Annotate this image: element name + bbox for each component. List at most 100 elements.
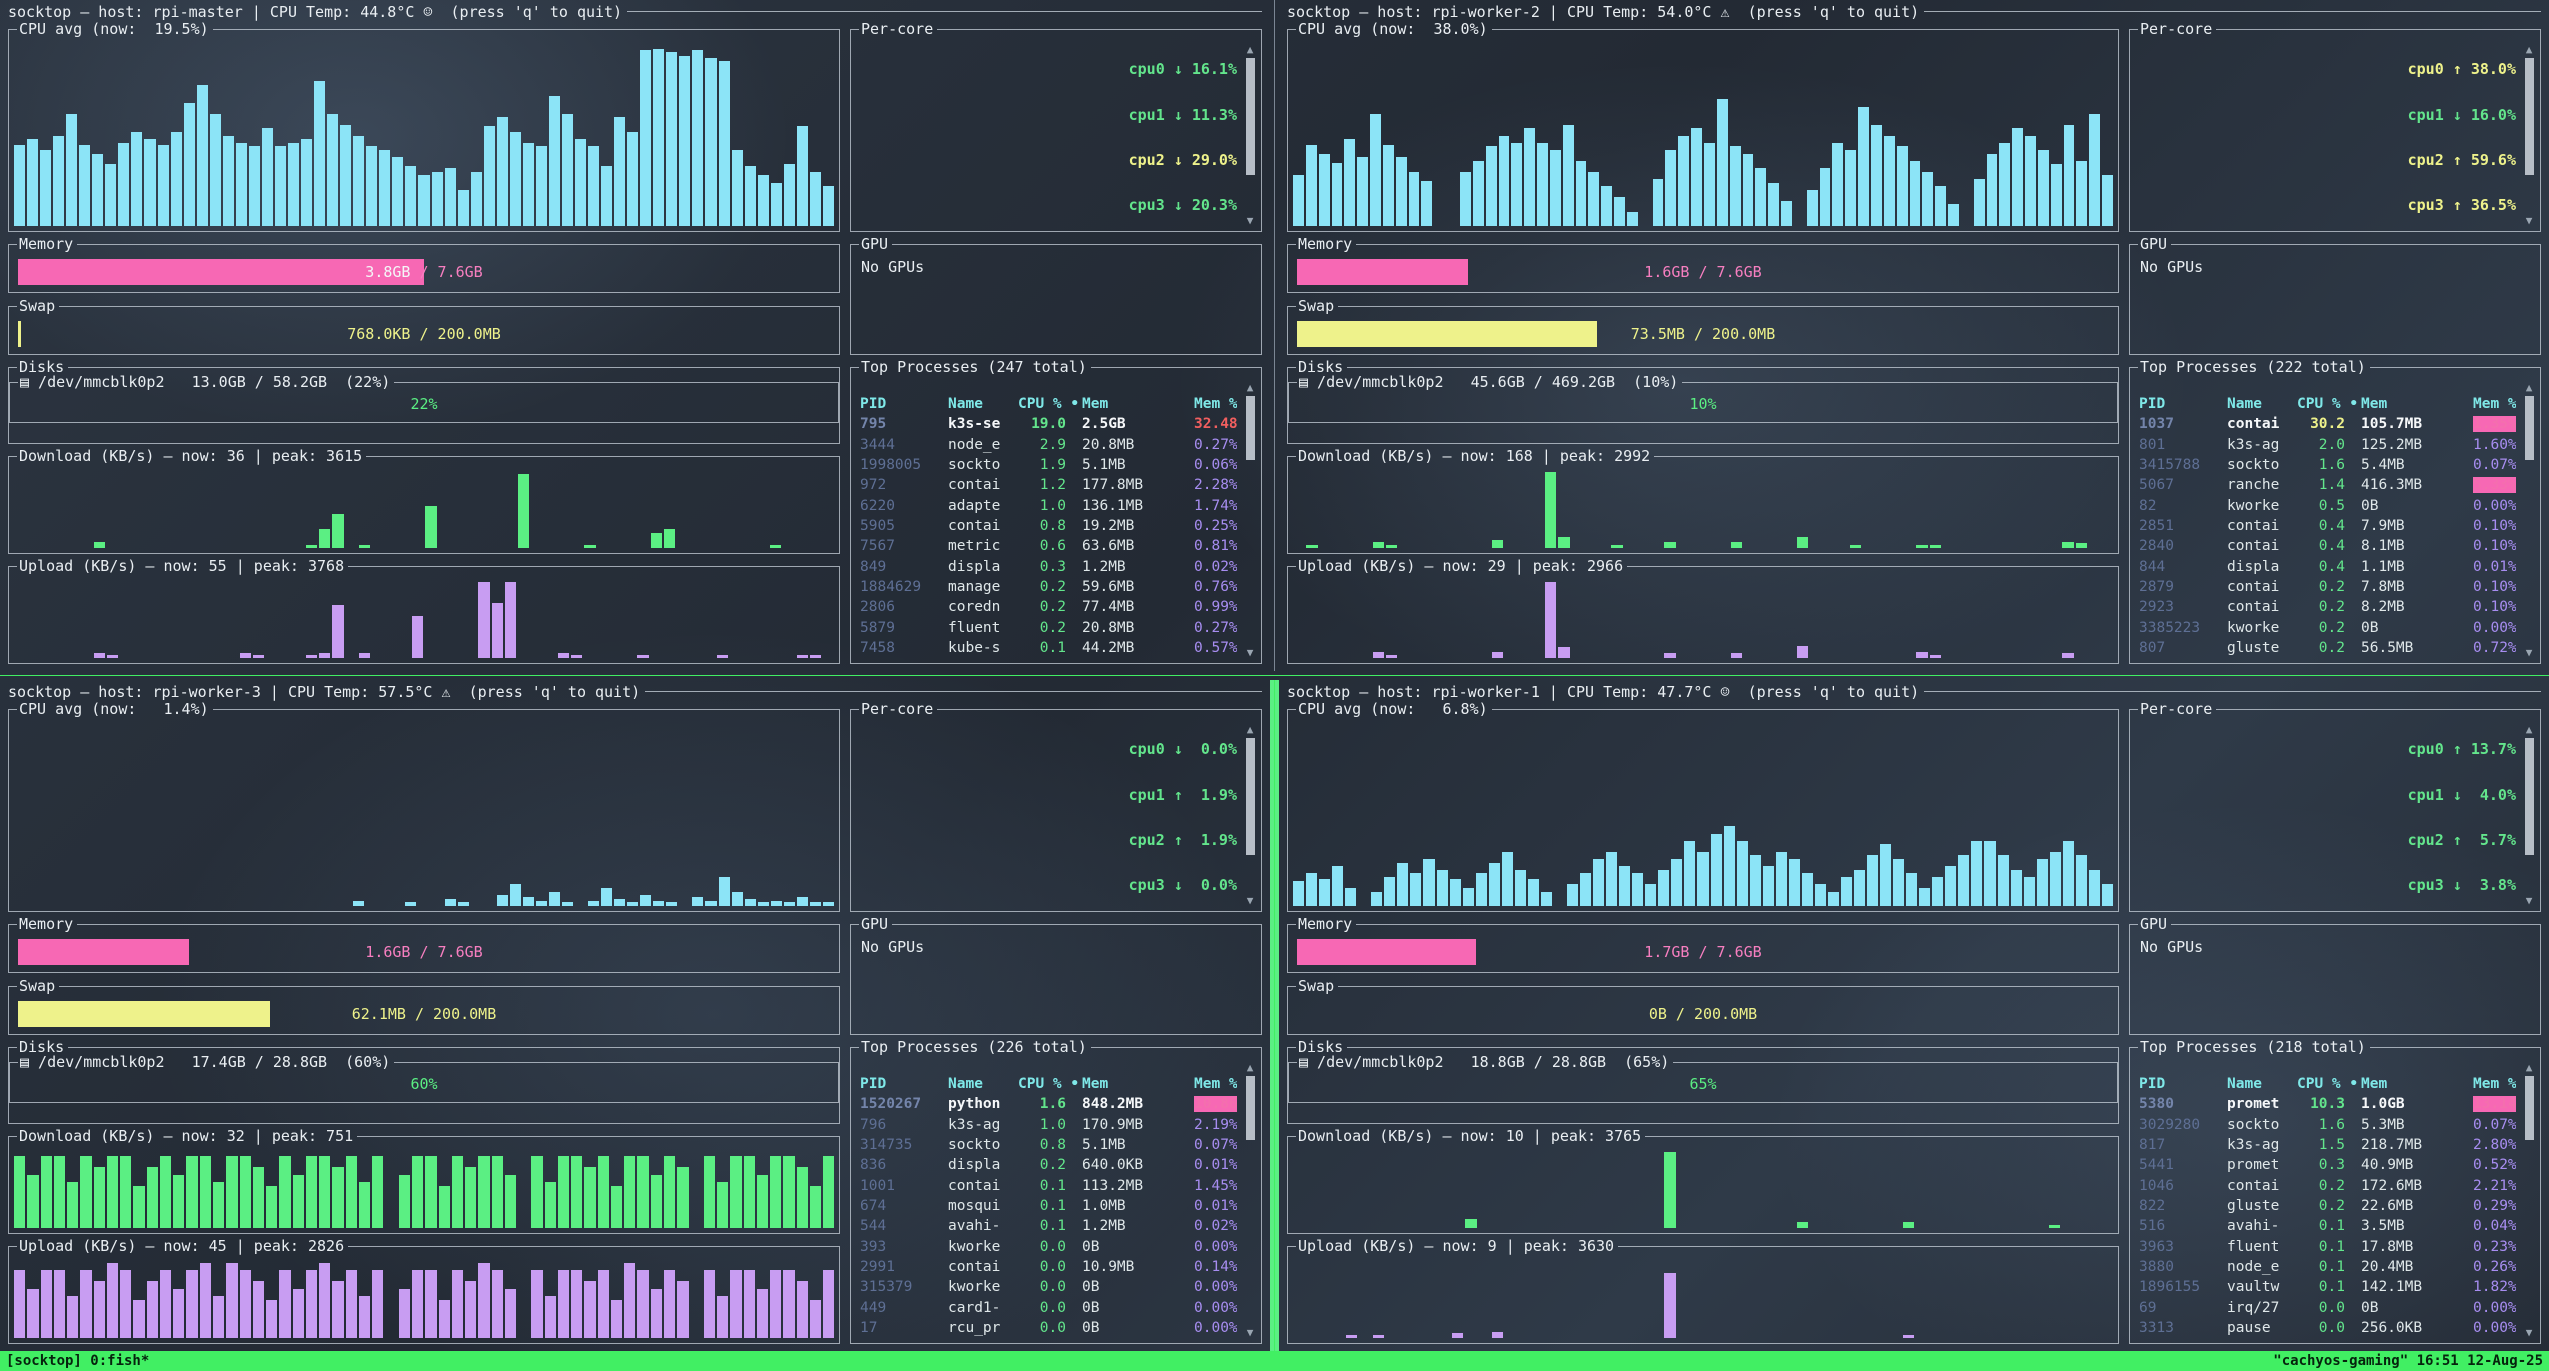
- disk-device-box: ▤ /dev/mmcblk0p2 13.0GB / 58.2GB (22%) 2…: [9, 375, 839, 423]
- chart-bar: [810, 172, 821, 226]
- title-rule: [645, 691, 1262, 692]
- memory-meter: 3.8GB / 7.6GB: [18, 259, 830, 285]
- process-mem: 77.4MB: [1082, 599, 1194, 615]
- scrollbar-track[interactable]: [2525, 738, 2534, 892]
- chart-bar: [810, 902, 821, 906]
- chart-bar: [1731, 542, 1742, 548]
- scrollbar[interactable]: ▲ ▼: [2522, 724, 2536, 906]
- chart-bar: [797, 655, 808, 658]
- process-mem: 142.1MB: [2361, 1279, 2473, 1295]
- process-cpu-percent: 0.0: [1018, 1320, 1082, 1336]
- process-mem-percent: 13.14%: [2473, 1096, 2516, 1112]
- process-name: kworke: [948, 1279, 1018, 1295]
- process-cpu-percent: 0.4: [2297, 538, 2361, 554]
- socktop-pane-rpi-worker-1[interactable]: socktop — host: rpi-worker-1 | CPU Temp:…: [1279, 680, 2549, 1351]
- chart-bar: [262, 128, 273, 226]
- chart-bar: [1306, 545, 1317, 548]
- process-pid: 3415788: [2139, 457, 2227, 473]
- chart-bar: [327, 114, 338, 226]
- scroll-up-icon[interactable]: ▲: [2526, 382, 2533, 393]
- disk-device-label: ▤ /dev/mmcblk0p2 45.6GB / 469.2GB (10%): [1297, 375, 1682, 390]
- chart-bar: [405, 902, 416, 906]
- disk-usage-percent: 10%: [1295, 393, 2111, 415]
- core-sparkline: [2135, 137, 2402, 180]
- process-pid: 1896155: [2139, 1279, 2227, 1295]
- chart-bar: [1371, 892, 1382, 906]
- scroll-down-icon[interactable]: ▼: [2526, 1327, 2533, 1338]
- status-session-window[interactable]: [socktop] 0:fish*: [6, 1353, 149, 1369]
- scrollbar[interactable]: ▲ ▼: [1243, 382, 1257, 658]
- process-mem-percent: 5.33%: [2473, 477, 2516, 493]
- download-label: Download (KB/s) — now: 36 | peak: 3615: [17, 449, 366, 464]
- scroll-down-icon[interactable]: ▼: [1247, 215, 1254, 226]
- scrollbar-thumb[interactable]: [2525, 396, 2534, 460]
- chart-bar: [1691, 128, 1702, 226]
- process-name: kworke: [948, 1239, 1018, 1255]
- scroll-up-icon[interactable]: ▲: [2526, 44, 2533, 55]
- core-usage-label: cpu3 ↓ 20.3%: [1123, 198, 1239, 226]
- socktop-pane-rpi-worker-2[interactable]: socktop — host: rpi-worker-2 | CPU Temp:…: [1279, 0, 2549, 671]
- scroll-down-icon[interactable]: ▼: [2526, 647, 2533, 658]
- scrollbar-track[interactable]: [1246, 738, 1255, 892]
- scrollbar[interactable]: ▲ ▼: [1243, 724, 1257, 906]
- process-cpu-percent: 1.6: [1018, 1096, 1082, 1112]
- chart-bar: [1797, 537, 1808, 548]
- scrollbar-thumb[interactable]: [2525, 738, 2534, 855]
- scrollbar-thumb[interactable]: [1246, 396, 1255, 460]
- scrollbar[interactable]: ▲ ▼: [2522, 1062, 2536, 1338]
- scrollbar[interactable]: ▲ ▼: [2522, 382, 2536, 658]
- scroll-up-icon[interactable]: ▲: [1247, 382, 1254, 393]
- scrollbar-track[interactable]: [2525, 58, 2534, 212]
- scrollbar-thumb[interactable]: [2525, 1076, 2534, 1140]
- scrollbar-track[interactable]: [1246, 58, 1255, 212]
- process-name: sockto: [948, 457, 1018, 473]
- chart-bar: [1884, 136, 1895, 227]
- scrollbar-track[interactable]: [2525, 1076, 2534, 1324]
- scrollbar-thumb[interactable]: [2525, 58, 2534, 175]
- pane-divider-vertical-bottom[interactable]: [1270, 680, 1279, 1351]
- socktop-pane-rpi-worker-3[interactable]: socktop — host: rpi-worker-3 | CPU Temp:…: [0, 680, 1270, 1351]
- scroll-up-icon[interactable]: ▲: [2526, 1062, 2533, 1073]
- scroll-down-icon[interactable]: ▼: [2526, 215, 2533, 226]
- pane-divider-horizontal[interactable]: [0, 671, 2549, 680]
- scroll-up-icon[interactable]: ▲: [1247, 724, 1254, 735]
- pane-slot-bottom-right: socktop — host: rpi-worker-1 | CPU Temp:…: [1279, 680, 2549, 1351]
- chart-bar: [332, 1281, 343, 1338]
- scroll-down-icon[interactable]: ▼: [1247, 895, 1254, 906]
- scroll-down-icon[interactable]: ▼: [1247, 647, 1254, 658]
- scrollbar[interactable]: ▲ ▼: [1243, 1062, 1257, 1338]
- chart-bar: [1450, 879, 1461, 906]
- chart-bar: [562, 114, 573, 226]
- socktop-pane-rpi-master[interactable]: socktop — host: rpi-master | CPU Temp: 4…: [0, 0, 1270, 671]
- process-pid: 5067: [2139, 477, 2227, 493]
- scroll-down-icon[interactable]: ▼: [1247, 1327, 1254, 1338]
- scrollbar[interactable]: ▲ ▼: [2522, 44, 2536, 226]
- chart-bar: [452, 1156, 463, 1228]
- process-mem: 17.8MB: [2361, 1239, 2473, 1255]
- chart-bar: [1903, 1335, 1914, 1338]
- scrollbar-thumb[interactable]: [1246, 738, 1255, 855]
- scrollbar[interactable]: ▲ ▼: [1243, 44, 1257, 226]
- chart-bar: [240, 1270, 251, 1338]
- chart-bar: [197, 85, 208, 226]
- scrollbar-track[interactable]: [1246, 1076, 1255, 1324]
- scrollbar-thumb[interactable]: [1246, 58, 1255, 175]
- scroll-up-icon[interactable]: ▲: [2526, 724, 2533, 735]
- core-sparkline: [2135, 47, 2402, 90]
- chart-bar: [588, 146, 599, 226]
- scroll-up-icon[interactable]: ▲: [1247, 44, 1254, 55]
- process-pid: 82: [2139, 498, 2227, 514]
- chart-bar: [223, 136, 234, 227]
- chart-bar: [651, 1175, 662, 1228]
- scrollbar-track[interactable]: [1246, 396, 1255, 644]
- scroll-up-icon[interactable]: ▲: [1247, 1062, 1254, 1073]
- process-cpu-percent: 0.1: [2297, 1259, 2361, 1275]
- chart-bar: [505, 1175, 516, 1228]
- pane-divider-vertical-top[interactable]: [1270, 0, 1279, 671]
- chart-bar: [1606, 852, 1617, 906]
- scroll-down-icon[interactable]: ▼: [2526, 895, 2533, 906]
- process-mem: 0B: [2361, 498, 2473, 514]
- chart-bar: [306, 545, 317, 548]
- scrollbar-track[interactable]: [2525, 396, 2534, 644]
- scrollbar-thumb[interactable]: [1246, 1076, 1255, 1140]
